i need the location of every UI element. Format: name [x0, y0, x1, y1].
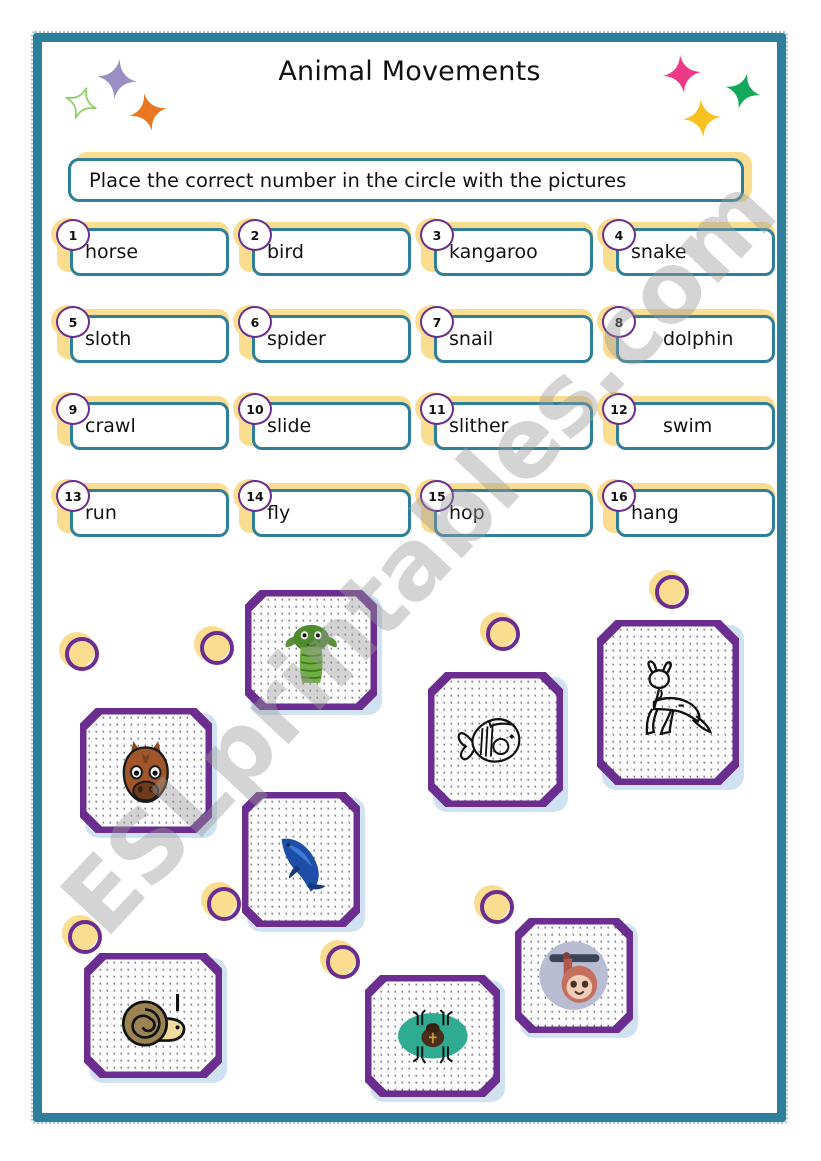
answer-circle-6[interactable] [62, 915, 102, 955]
word-bank-item[interactable]: slide 10 [233, 392, 411, 450]
answer-circle-4[interactable] [649, 570, 689, 610]
word-box[interactable]: horse [70, 228, 229, 276]
word-box[interactable]: spider [252, 315, 411, 363]
instruction-banner-box: Place the correct number in the circle w… [68, 158, 744, 202]
answer-circle-1[interactable] [59, 632, 99, 672]
card-frame [77, 705, 215, 836]
number-badge: 2 [238, 219, 272, 251]
word-label: dolphin [663, 328, 734, 350]
word-bank-item[interactable]: run 13 [51, 479, 229, 537]
answer-circle-ring[interactable] [200, 631, 234, 665]
card-frame [242, 587, 380, 713]
word-box[interactable]: slither [434, 402, 593, 450]
instruction-banner: Place the correct number in the circle w… [68, 152, 752, 206]
number-badge: 1 [56, 219, 90, 251]
card-frame [594, 617, 742, 788]
word-box[interactable]: snail [434, 315, 593, 363]
word-box[interactable]: crawl [70, 402, 229, 450]
number-badge: 12 [602, 393, 636, 425]
page-title: Animal Movements [278, 56, 541, 87]
sparkle-green-icon [64, 86, 98, 120]
number-badge: 13 [56, 480, 90, 512]
answer-circle-7[interactable] [320, 940, 360, 980]
number-badge: 5 [56, 306, 90, 338]
answer-circle-2[interactable] [194, 626, 234, 666]
word-bank-item[interactable]: spider 6 [233, 305, 411, 363]
answer-circle-8[interactable] [474, 885, 514, 925]
header: Animal Movements [42, 42, 777, 147]
word-bank-item[interactable]: dolphin 8 [597, 305, 775, 363]
picture-card-area [42, 560, 777, 1105]
card-frame [239, 789, 363, 930]
word-box[interactable]: slide [252, 402, 411, 450]
answer-circle-ring[interactable] [65, 637, 99, 671]
word-bank-item[interactable]: horse 1 [51, 218, 229, 276]
instruction-text: Place the correct number in the circle w… [89, 168, 627, 192]
card-kangaroo[interactable] [594, 617, 744, 790]
word-bank-item[interactable]: bird 2 [233, 218, 411, 276]
star-yellow-icon [682, 98, 722, 138]
card-sloth[interactable] [512, 915, 638, 1038]
word-box[interactable]: hop [434, 489, 593, 537]
number-badge: 6 [238, 306, 272, 338]
number-badge: 11 [420, 393, 454, 425]
number-badge: 16 [602, 480, 636, 512]
card-frame [425, 669, 566, 810]
card-horse[interactable] [77, 705, 217, 838]
word-bank-item[interactable]: sloth 5 [51, 305, 229, 363]
word-box[interactable]: bird [252, 228, 411, 276]
word-bank-item[interactable]: fly 14 [233, 479, 411, 537]
word-bank-item[interactable]: swim 12 [597, 392, 775, 450]
word-box[interactable]: hang [616, 489, 775, 537]
word-bank-item[interactable]: snail 7 [415, 305, 593, 363]
card-frame [512, 915, 636, 1036]
number-badge: 3 [420, 219, 454, 251]
card-frame [362, 972, 503, 1100]
answer-circle-ring[interactable] [486, 617, 520, 651]
word-box[interactable]: dolphin [616, 315, 775, 363]
answer-circle-ring[interactable] [68, 920, 102, 954]
card-frame [81, 950, 225, 1081]
answer-circle-ring[interactable] [655, 575, 689, 609]
number-badge: 15 [420, 480, 454, 512]
word-box[interactable]: run [70, 489, 229, 537]
answer-circle-5[interactable] [201, 882, 241, 922]
number-badge: 4 [602, 219, 636, 251]
word-label: swim [663, 415, 713, 437]
word-label: kangaroo [449, 241, 538, 263]
worksheet-page: Animal Movements Place the correct numbe… [0, 0, 821, 1161]
word-bank-item[interactable]: kangaroo 3 [415, 218, 593, 276]
number-badge: 10 [238, 393, 272, 425]
word-box[interactable]: sloth [70, 315, 229, 363]
word-box[interactable]: snake [616, 228, 775, 276]
word-box[interactable]: swim [616, 402, 775, 450]
answer-circle-ring[interactable] [326, 945, 360, 979]
word-box[interactable]: fly [252, 489, 411, 537]
word-bank-item[interactable]: hop 15 [415, 479, 593, 537]
star-orange-icon [128, 92, 168, 132]
number-badge: 14 [238, 480, 272, 512]
number-badge: 8 [602, 306, 636, 338]
card-fish[interactable] [425, 669, 568, 812]
word-bank-item[interactable]: crawl 9 [51, 392, 229, 450]
word-bank-item[interactable]: hang 16 [597, 479, 775, 537]
card-snake[interactable] [242, 587, 382, 715]
card-dolphin[interactable] [239, 789, 365, 932]
number-badge: 7 [420, 306, 454, 338]
card-spider[interactable] [362, 972, 505, 1102]
answer-circle-ring[interactable] [480, 890, 514, 924]
number-badge: 9 [56, 393, 90, 425]
answer-circle-3[interactable] [480, 612, 520, 652]
word-bank-grid: horse 1 bird 2 kangaroo 3 snake 4 sloth 5 spider 6 s… [51, 218, 775, 548]
word-bank-item[interactable]: slither 11 [415, 392, 593, 450]
word-bank-item[interactable]: snake 4 [597, 218, 775, 276]
word-box[interactable]: kangaroo [434, 228, 593, 276]
answer-circle-ring[interactable] [207, 887, 241, 921]
card-snail[interactable] [81, 950, 227, 1083]
